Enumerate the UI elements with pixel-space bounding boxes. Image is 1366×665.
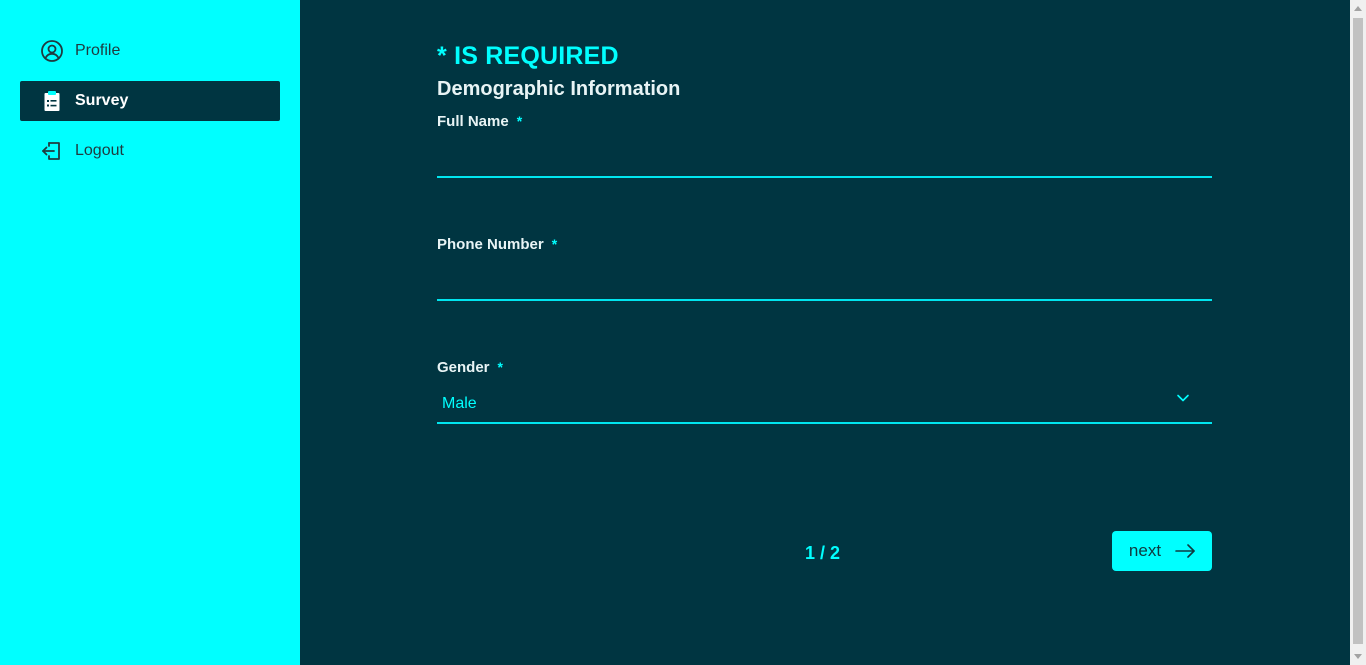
sidebar-item-label: Logout	[75, 142, 124, 159]
required-marker: *	[497, 359, 503, 375]
full-name-label-text: Full Name	[437, 113, 509, 130]
full-name-input[interactable]	[437, 144, 1212, 178]
vertical-scrollbar[interactable]	[1350, 0, 1366, 665]
full-name-label: Full Name *	[437, 113, 522, 130]
survey-form: * IS REQUIRED Demographic Information Fu…	[300, 0, 1350, 665]
arrow-right-icon	[1175, 544, 1195, 558]
required-marker: *	[551, 236, 558, 252]
gender-select-value: Male	[442, 395, 477, 412]
scroll-up-icon[interactable]	[1354, 6, 1362, 11]
sidebar-item-label: Survey	[75, 92, 129, 109]
app-window: Profile Survey Logout * IS REQUIRED Demo…	[0, 0, 1366, 665]
scrollbar-thumb[interactable]	[1353, 18, 1363, 644]
sidebar-item-logout[interactable]: Logout	[20, 131, 280, 171]
required-marker: *	[516, 113, 523, 129]
scroll-down-icon[interactable]	[1354, 654, 1362, 659]
phone-label: Phone Number *	[437, 236, 557, 253]
sidebar-item-label: Profile	[75, 42, 121, 59]
sidebar-item-profile[interactable]: Profile	[20, 31, 280, 71]
phone-label-text: Phone Number	[437, 236, 544, 253]
sidebar: Profile Survey Logout	[0, 0, 300, 665]
sidebar-item-survey[interactable]: Survey	[20, 81, 280, 121]
next-button[interactable]: next	[1112, 531, 1212, 571]
required-note: * IS REQUIRED	[437, 42, 619, 70]
section-title: Demographic Information	[437, 78, 681, 100]
phone-input[interactable]	[437, 267, 1212, 301]
clipboard-icon	[40, 89, 64, 113]
next-button-label: next	[1128, 541, 1162, 560]
gender-label: Gender *	[437, 359, 503, 376]
gender-label-text: Gender	[437, 359, 490, 376]
user-circle-icon	[40, 39, 64, 63]
logout-icon	[40, 139, 64, 163]
chevron-down-icon	[1176, 391, 1190, 405]
gender-select[interactable]: Male	[437, 388, 1212, 424]
page-indicator: 1 / 2	[805, 543, 841, 563]
